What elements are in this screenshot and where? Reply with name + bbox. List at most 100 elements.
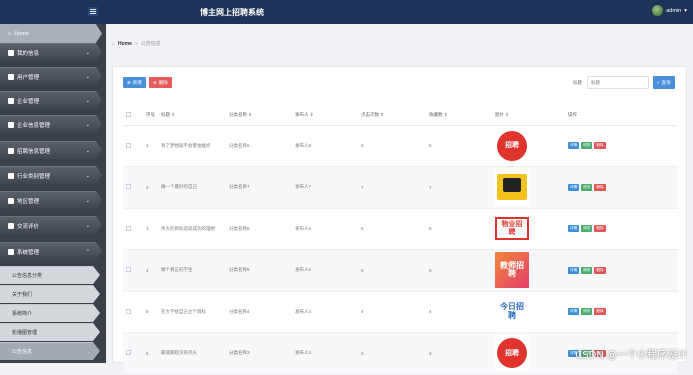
sidebar-item[interactable]: 招聘信息管理⌄: [0, 141, 102, 159]
table-row[interactable]: 4做个真正的学生分类名称5发布人555教师招聘详情修改删除: [123, 250, 678, 292]
cell-title: 有了梦想就不会害怕挫折: [158, 125, 226, 167]
username: admin: [666, 8, 681, 14]
sidebar-item[interactable]: 企业信息管理⌄: [0, 115, 102, 133]
edit-button[interactable]: 修改: [581, 184, 592, 191]
menu-icon: [8, 223, 14, 229]
cell-clicks: 7: [358, 167, 426, 209]
table-header-row: 序号 标题 ⇕ 分类名称 ⇕ 发布人 ⇕ 点击次数 ⇕ 收藏数 ⇕ 图片 ⇕ 操…: [123, 105, 678, 125]
row-delete-button[interactable]: 删除: [594, 225, 605, 232]
image-text: 今日招聘: [499, 303, 525, 320]
delete-button[interactable]: ⊗删除: [149, 77, 172, 88]
delete-label: 删除: [596, 268, 603, 273]
edit-button[interactable]: 修改: [581, 225, 592, 232]
row-checkbox[interactable]: [126, 184, 131, 189]
cell-clicks: 3: [358, 333, 426, 375]
sidebar-subitem[interactable]: 系统简介: [0, 304, 100, 322]
top-bar: 博主网上招聘系统 admin ▾: [0, 0, 693, 24]
cell-clicks: 5: [358, 250, 426, 292]
row-checkbox[interactable]: [126, 350, 131, 355]
sidebar-subitem[interactable]: 公告信息分类: [0, 266, 100, 284]
user-menu[interactable]: admin ▾: [652, 5, 687, 16]
cell-favorites: 4: [426, 291, 492, 333]
cell-category: 分类名称8: [226, 208, 292, 250]
column-header[interactable]: 标题 ⇕: [158, 105, 226, 125]
chevron-down-icon: ⌄: [86, 173, 90, 179]
cell-no: 2: [143, 167, 158, 209]
edit-button[interactable]: 修改: [581, 267, 592, 274]
cell-no: 1: [143, 125, 158, 167]
cell-no: 4: [143, 250, 158, 292]
sidebar-item[interactable]: 行业类别管理 ⌄: [0, 166, 102, 184]
notice-image: 物业招聘: [495, 211, 529, 247]
sidebar-subitem[interactable]: 关于我们: [0, 285, 100, 303]
sidebar-item[interactable]: 交流评价⌄: [0, 216, 102, 234]
breadcrumb-current: 公告信息: [141, 40, 161, 47]
image-text: 招聘: [505, 350, 519, 357]
search-input[interactable]: [587, 76, 649, 89]
breadcrumb-separator: »: [135, 41, 138, 47]
home-icon: ⌂: [8, 31, 11, 37]
sidebar-item-label: 地区管理: [17, 197, 39, 205]
table-row[interactable]: 1有了梦想就不会害怕挫折分类名称6发布人888招聘详情修改删除: [123, 125, 678, 167]
cell-favorites: 8: [426, 125, 492, 167]
detail-button[interactable]: 详情: [568, 142, 579, 149]
table-row[interactable]: 5在大学给自己立个目标分类名称4发布人444今日招聘详情修改删除: [123, 291, 678, 333]
detail-button[interactable]: 详情: [568, 184, 579, 191]
column-header[interactable]: 发布人 ⇕: [292, 105, 358, 125]
cell-no: 6: [143, 333, 158, 375]
menu-toggle-icon[interactable]: [88, 7, 98, 16]
menu-icon: [8, 198, 14, 204]
row-checkbox[interactable]: [126, 143, 131, 148]
row-checkbox[interactable]: [126, 226, 131, 231]
row-delete-button[interactable]: 删除: [594, 308, 605, 315]
sidebar-item-label: 行业类别管理: [17, 172, 50, 180]
row-delete-button[interactable]: 删除: [594, 184, 605, 191]
search-button[interactable]: ⌕查询: [653, 76, 675, 89]
row-checkbox[interactable]: [126, 309, 131, 314]
column-header[interactable]: 收藏数 ⇕: [426, 105, 492, 125]
breadcrumb-home[interactable]: Home: [118, 41, 132, 47]
edit-button[interactable]: 修改: [581, 308, 592, 315]
detail-button[interactable]: 详情: [568, 267, 579, 274]
sidebar-item[interactable]: 企业管理⌄: [0, 91, 102, 109]
sidebar-subitem[interactable]: 公告信息: [0, 342, 100, 360]
menu-icon: [8, 50, 14, 56]
row-checkbox[interactable]: [126, 267, 131, 272]
search-button-label: 查询: [662, 80, 671, 86]
sidebar-item-label: 企业管理: [17, 97, 39, 105]
delete-label: 删除: [596, 185, 603, 190]
column-header[interactable]: 点击次数 ⇕: [358, 105, 426, 125]
add-button[interactable]: ⊕新增: [123, 77, 146, 88]
row-delete-button[interactable]: 删除: [594, 267, 605, 274]
app-title: 博主网上招聘系统: [200, 7, 290, 18]
row-delete-button[interactable]: 删除: [594, 142, 605, 149]
column-header[interactable]: 分类名称 ⇕: [226, 105, 292, 125]
image-text: 物业招聘: [502, 220, 523, 235]
sidebar-item[interactable]: 地区管理 ⌄: [0, 191, 102, 209]
column-header[interactable]: 图片 ⇕: [492, 105, 565, 125]
chevron-down-icon: ⌄: [86, 198, 90, 204]
table-row[interactable]: 2做一个最好的自己分类名称7发布人777详情修改删除: [123, 167, 678, 209]
avatar: [652, 5, 663, 16]
trash-icon: ⊗: [153, 80, 157, 86]
sidebar-item[interactable]: 我的信息⌄: [0, 43, 102, 61]
delete-label: 删除: [596, 143, 603, 148]
edit-button[interactable]: 修改: [581, 142, 592, 149]
detail-label: 详情: [570, 268, 577, 273]
cell-title: 伟大的目标造就成功的理想: [158, 208, 226, 250]
chevron-down-icon: ⌄: [86, 223, 90, 229]
cell-no: 3: [143, 208, 158, 250]
notice-table: 序号 标题 ⇕ 分类名称 ⇕ 发布人 ⇕ 点击次数 ⇕ 收藏数 ⇕ 图片 ⇕ 操…: [123, 105, 678, 375]
detail-button[interactable]: 详情: [568, 308, 579, 315]
table-row[interactable]: 3伟大的目标造就成功的理想分类名称8发布人666物业招聘详情修改删除: [123, 208, 678, 250]
cell-title: 做个真正的学生: [158, 250, 226, 292]
sidebar-subitem[interactable]: 轮播图管理: [0, 323, 100, 341]
sidebar-item[interactable]: 用户管理⌄: [0, 67, 102, 85]
detail-button[interactable]: 详情: [568, 225, 579, 232]
sidebar-item[interactable]: 系统管理⌃: [0, 242, 102, 260]
chevron-down-icon: ⌄: [86, 74, 90, 80]
select-all-checkbox[interactable]: [126, 112, 131, 117]
cell-favorites: 3: [426, 333, 492, 375]
sidebar-item-home[interactable]: ⌂ Home: [0, 24, 102, 43]
detail-label: 详情: [570, 226, 577, 231]
